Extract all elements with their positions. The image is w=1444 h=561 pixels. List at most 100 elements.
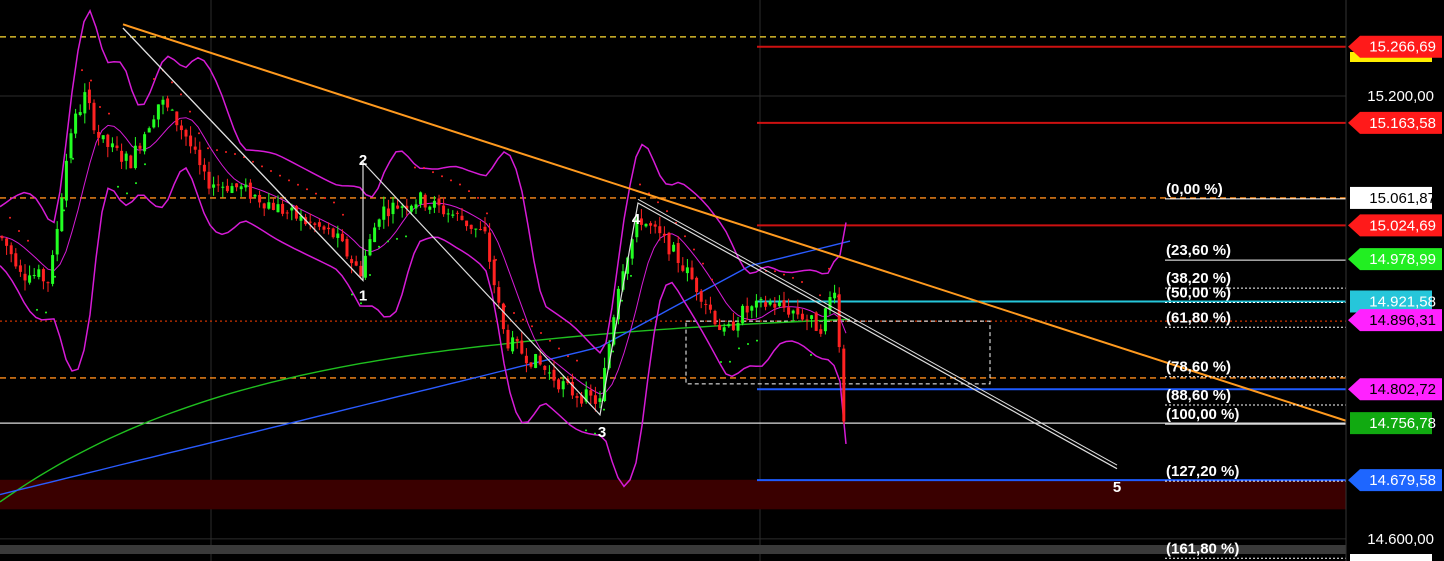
sar-dot [324, 197, 326, 200]
candle-body [478, 229, 482, 231]
candle-body [97, 131, 101, 138]
candle-body [5, 238, 9, 246]
candle-body [32, 275, 36, 277]
candle-body [400, 206, 404, 208]
candle-body [713, 310, 717, 325]
sar-dot [495, 258, 497, 261]
candle-body [731, 321, 735, 331]
sar-dot [234, 152, 236, 155]
sar-dot [576, 359, 578, 362]
candle-body [704, 304, 708, 306]
candle-body [78, 112, 82, 115]
sar-dot [657, 201, 659, 204]
candle-body [409, 205, 413, 212]
sar-dot [738, 347, 740, 350]
sar-dot [315, 192, 317, 195]
sar-dot [693, 248, 695, 251]
candle-body [423, 194, 427, 208]
sar-dot [369, 273, 371, 276]
candle-body [331, 228, 335, 238]
sar-dot [297, 183, 299, 186]
sar-dot [9, 216, 11, 219]
sar-dot [108, 112, 110, 115]
fib-label: (88,60 %) [1166, 387, 1231, 404]
fib-label: (78,60 %) [1166, 359, 1231, 376]
candle-body [768, 301, 772, 305]
sar-dot [612, 350, 614, 353]
candle-body [221, 186, 225, 188]
candle-body [317, 222, 321, 227]
candle-body [515, 338, 519, 342]
sar-dot [756, 339, 758, 342]
sar-dot [423, 166, 425, 169]
candle-body [37, 269, 41, 277]
candle-body [419, 192, 423, 205]
candle-body [198, 149, 202, 166]
candle-body [676, 243, 680, 263]
sar-dot [540, 332, 542, 335]
candle-body [396, 205, 400, 209]
sar-dot [477, 196, 479, 199]
candle-body [658, 226, 662, 234]
candle-body [681, 265, 685, 271]
axis-tick-label: 14.600,00 [1367, 531, 1434, 548]
candle-body [506, 329, 510, 349]
candle-body [754, 300, 758, 308]
sar-dot [837, 295, 839, 298]
wave-label: 5 [1113, 479, 1121, 496]
candle-body [442, 205, 446, 215]
candle-body [336, 233, 340, 238]
candle-body [460, 215, 464, 220]
sar-dot [99, 106, 101, 109]
candle-body [101, 135, 105, 140]
price-tag-label: 15.163,58 [1369, 115, 1436, 132]
candle-body [345, 238, 349, 257]
candle-body [736, 322, 740, 331]
sar-dot [594, 432, 596, 435]
sar-dot [792, 276, 794, 279]
candle-body [87, 89, 91, 104]
candle-body [773, 303, 777, 308]
candle-body [819, 329, 823, 334]
price-tag: 14.802,72 [1348, 378, 1442, 401]
sar-dot [513, 311, 515, 314]
candle-body [248, 182, 252, 199]
candle-body [253, 194, 257, 197]
sar-dot [126, 192, 128, 195]
candle-body [138, 145, 142, 149]
candle-body [354, 261, 358, 266]
candle-body [520, 340, 524, 354]
candle-body [575, 396, 579, 398]
candle-body [538, 355, 542, 365]
fib-label: (50,00 %) [1166, 284, 1231, 301]
candle-body [547, 372, 551, 374]
candle-body [501, 303, 505, 330]
candle-body [110, 143, 114, 148]
candle-body [276, 204, 280, 213]
sar-dot [351, 293, 353, 296]
price-tag: 15.061,87 [1350, 186, 1436, 209]
candle-body [41, 269, 45, 282]
price-tag: 15.024,69 [1348, 214, 1442, 237]
candle-body [497, 287, 501, 303]
candle-body [83, 92, 87, 114]
candle-body [368, 239, 372, 256]
price-chart[interactable]: 12345 (0,00 %)(23,60 %)(38,20 %)(50,00 %… [0, 0, 1444, 561]
sar-dot [639, 183, 641, 186]
price-tag: 14.756,78 [1350, 412, 1436, 435]
price-tag-label: 14.896,31 [1369, 312, 1436, 329]
candle-body [340, 233, 344, 242]
fib-label: (127,20 %) [1166, 463, 1239, 480]
wave-label: 3 [598, 424, 606, 441]
candle-body [377, 219, 381, 227]
candle-body [593, 395, 597, 404]
candle-body [552, 369, 556, 381]
candle-body [791, 310, 795, 314]
candle-body [465, 220, 469, 227]
sar-dot [45, 311, 47, 314]
candle-body [437, 198, 441, 206]
sar-dot [180, 93, 182, 96]
candle-body [359, 265, 363, 277]
sar-dot [819, 294, 821, 297]
candle-body [708, 304, 712, 310]
